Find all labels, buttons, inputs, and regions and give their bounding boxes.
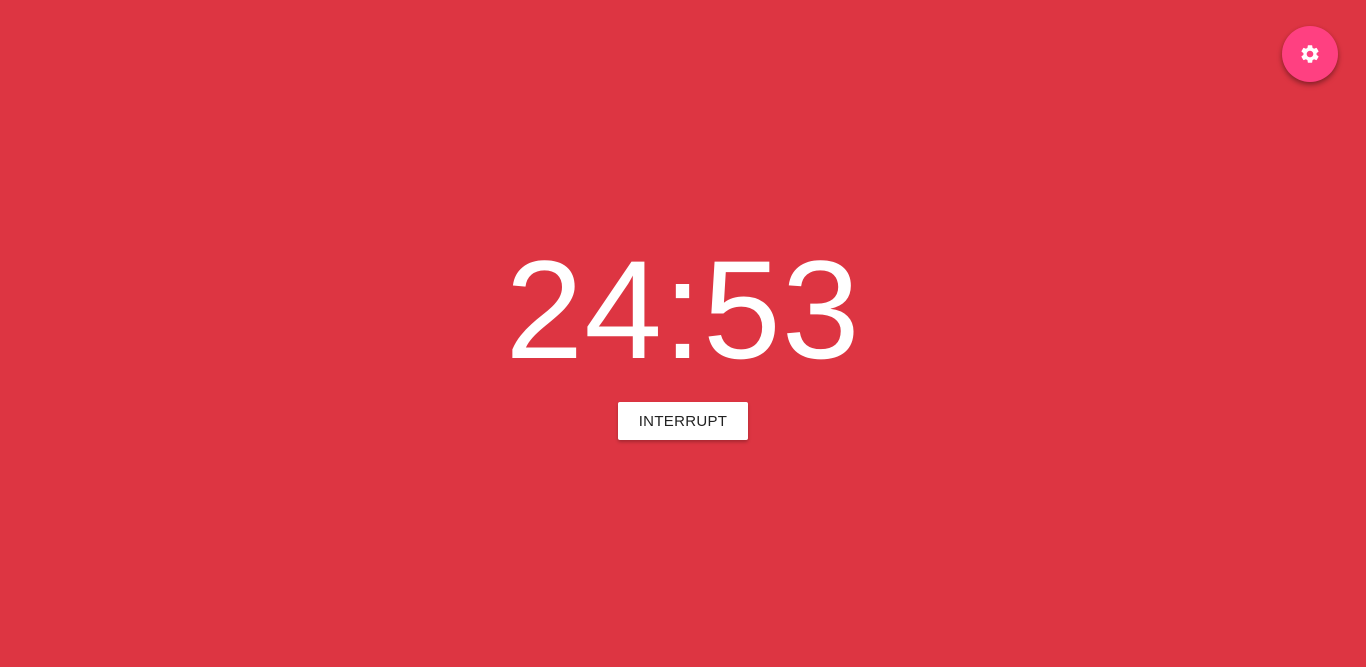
timer-display: 24:53 [505, 231, 861, 388]
timer-panel: 24:53 INTERRUPT [0, 0, 1366, 667]
interrupt-button[interactable]: INTERRUPT [618, 402, 748, 440]
